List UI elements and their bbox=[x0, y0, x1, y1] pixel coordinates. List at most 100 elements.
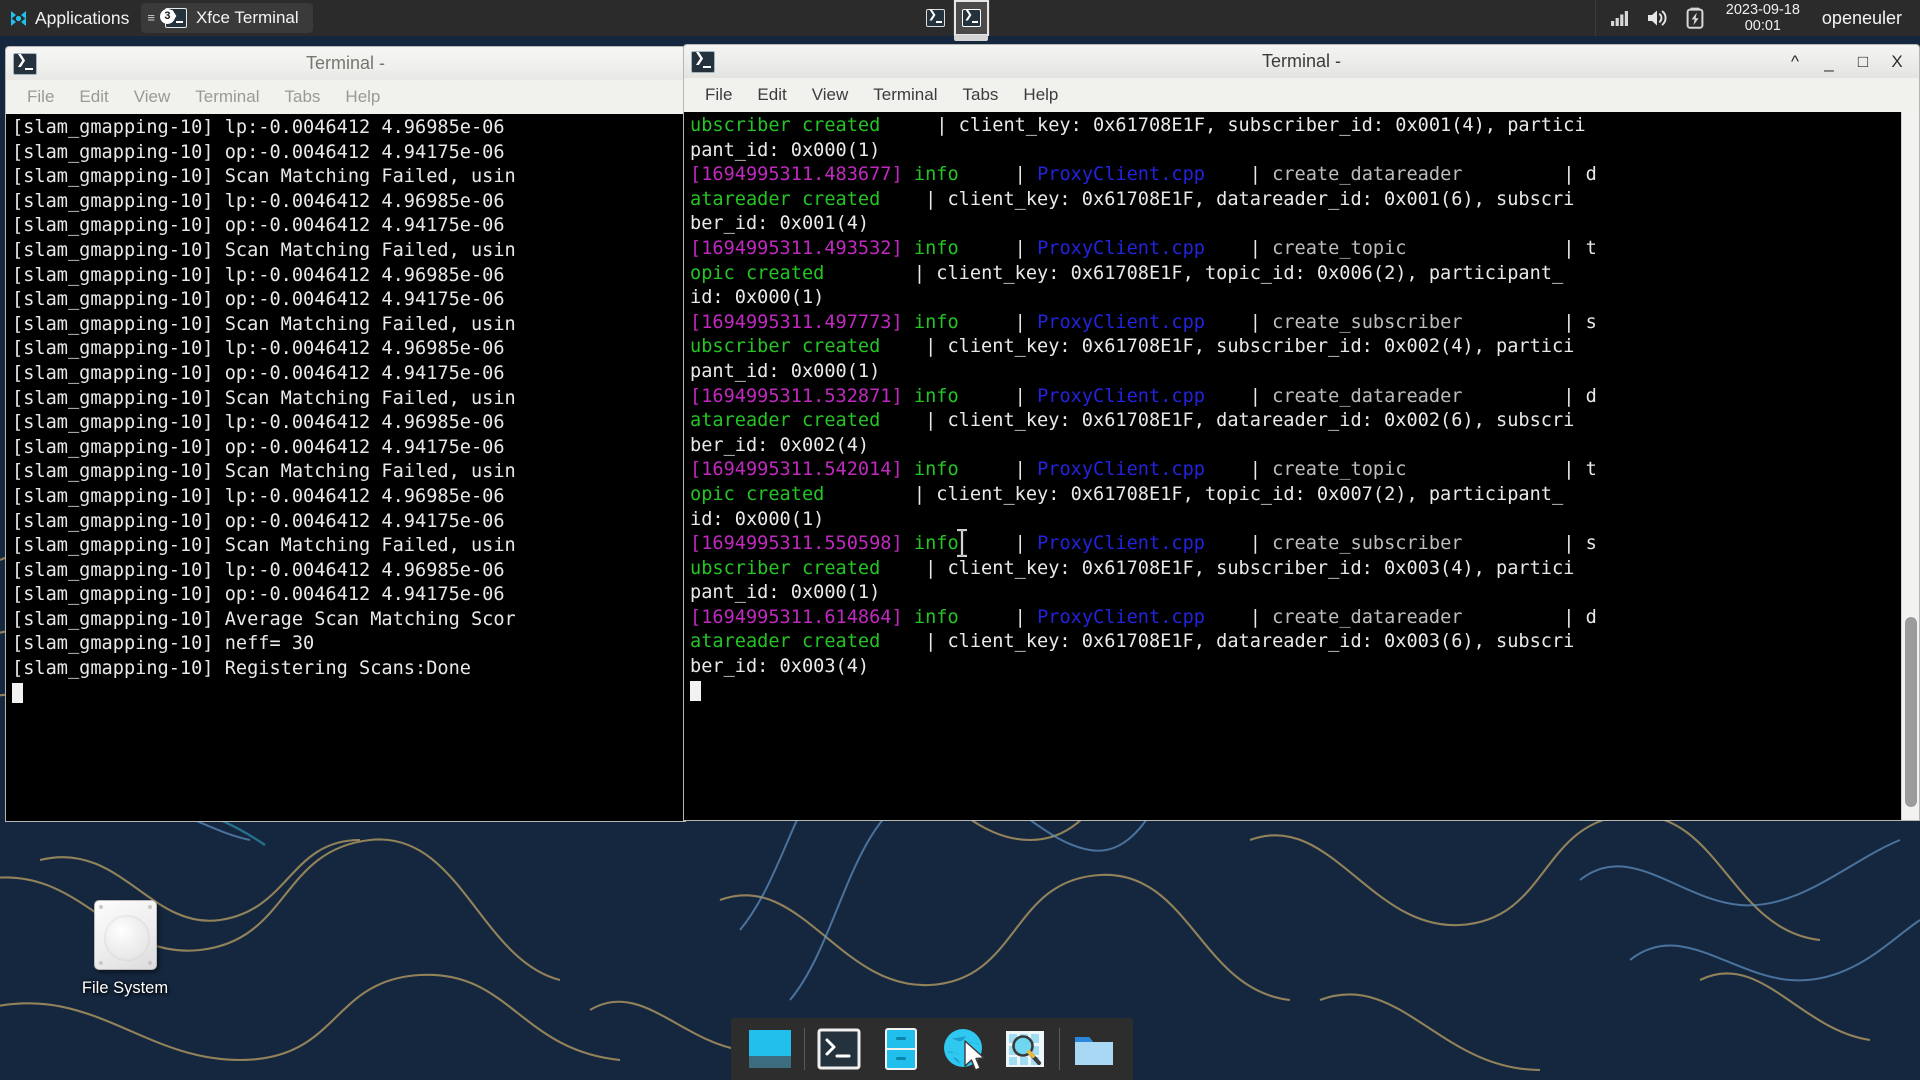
workspace-1[interactable] bbox=[918, 0, 954, 36]
terminal-line: [slam_gmapping-10] Average Scan Matching… bbox=[12, 608, 516, 630]
terminal-line: opic created | client_key: 0x61708E1F, t… bbox=[690, 483, 1564, 505]
terminal-window-right[interactable]: Terminal - ^ _ □ X File Edit View Termin… bbox=[683, 44, 1920, 821]
terminal-line: pant_id: 0x000(1) bbox=[690, 139, 881, 161]
dock-item-web-browser[interactable] bbox=[932, 1020, 994, 1078]
terminal-line: ber_id: 0x003(4) bbox=[690, 656, 870, 678]
left-terminal-body[interactable]: [slam_gmapping-10] lp:-0.0046412 4.96985… bbox=[5, 114, 686, 822]
application-dock[interactable] bbox=[731, 1018, 1133, 1080]
menu-edit[interactable]: Edit bbox=[70, 84, 117, 110]
menu-tabs[interactable]: Tabs bbox=[954, 82, 1008, 108]
left-window-titlebar[interactable]: Terminal - bbox=[5, 46, 686, 80]
scrollbar-thumb[interactable] bbox=[1905, 617, 1917, 807]
terminal-line: [slam_gmapping-10] Scan Matching Failed,… bbox=[12, 313, 516, 335]
clock-date: 2023-09-18 bbox=[1725, 2, 1800, 18]
terminal-scrollbar[interactable] bbox=[1901, 112, 1919, 820]
right-window-titlebar[interactable]: Terminal - ^ _ □ X bbox=[683, 44, 1920, 78]
menu-view[interactable]: View bbox=[803, 82, 858, 108]
signal-bars-icon[interactable] bbox=[1610, 9, 1630, 27]
right-terminal-output[interactable]: ubscriber created | client_key: 0x61708E… bbox=[684, 112, 1901, 820]
terminal-cursor bbox=[690, 680, 1901, 705]
desktop-icon-file-system[interactable]: File System bbox=[60, 900, 190, 998]
applications-menu-button[interactable]: Applications bbox=[0, 0, 139, 36]
app-finder-icon bbox=[1006, 1031, 1044, 1067]
clock-time: 00:01 bbox=[1744, 18, 1781, 34]
dock-item-archive-manager[interactable] bbox=[870, 1020, 932, 1078]
web-browser-icon bbox=[944, 1029, 982, 1067]
terminal-icon bbox=[817, 1028, 861, 1070]
battery-charging-icon[interactable] bbox=[1686, 7, 1704, 29]
dock-separator bbox=[1059, 1028, 1060, 1070]
terminal-line: [slam_gmapping-10] op:-0.0046412 4.94175… bbox=[12, 289, 505, 311]
terminal-line: [1694995311.550598] info | ProxyClient.c… bbox=[690, 533, 1597, 555]
dock-item-file-manager[interactable] bbox=[1063, 1020, 1125, 1078]
task-button-label: Xfce Terminal bbox=[195, 8, 299, 27]
terminal-line: [slam_gmapping-10] op:-0.0046412 4.94175… bbox=[12, 141, 505, 163]
right-window-title: Terminal - bbox=[1261, 51, 1341, 71]
terminal-line: [slam_gmapping-10] lp:-0.0046412 4.96985… bbox=[12, 117, 505, 138]
workspace-active-indicator bbox=[953, 35, 988, 41]
terminal-line: atareader created | client_key: 0x61708E… bbox=[690, 188, 1575, 210]
window-controls: ^ _ □ X bbox=[1787, 53, 1919, 71]
terminal-line: [slam_gmapping-10] Scan Matching Failed,… bbox=[12, 239, 516, 261]
hard-disk-icon bbox=[93, 900, 157, 970]
menu-terminal[interactable]: Terminal bbox=[864, 82, 946, 108]
shade-button[interactable]: ^ bbox=[1787, 53, 1803, 71]
task-button-xfce-terminal[interactable]: ≡ 3 Xfce Terminal bbox=[141, 3, 313, 33]
terminal-line: [slam_gmapping-10] op:-0.0046412 4.94175… bbox=[12, 510, 505, 532]
terminal-line: ubscriber created | client_key: 0x61708E… bbox=[690, 557, 1575, 579]
workspace-switcher[interactable] bbox=[918, 0, 990, 41]
speaker-icon[interactable] bbox=[1646, 8, 1670, 28]
system-tray[interactable]: 2023-09-18 00:01 openeuler bbox=[1596, 0, 1920, 36]
clock[interactable]: 2023-09-18 00:01 bbox=[1720, 2, 1806, 34]
right-window-menubar[interactable]: File Edit View Terminal Tabs Help bbox=[683, 78, 1920, 112]
menu-file[interactable]: File bbox=[696, 82, 741, 108]
user-menu-button[interactable]: openeuler bbox=[1822, 8, 1906, 29]
left-terminal-output[interactable]: [slam_gmapping-10] lp:-0.0046412 4.96985… bbox=[6, 114, 685, 821]
terminal-line: atareader created | client_key: 0x61708E… bbox=[690, 631, 1575, 653]
dock-item-show-desktop[interactable] bbox=[739, 1020, 801, 1078]
dock-separator bbox=[804, 1028, 805, 1070]
terminal-window-left[interactable]: Terminal - File Edit View Terminal Tabs … bbox=[5, 46, 686, 822]
menu-edit[interactable]: Edit bbox=[748, 82, 795, 108]
terminal-line: [1694995311.532871] info | ProxyClient.c… bbox=[690, 385, 1597, 407]
terminal-line: [slam_gmapping-10] neff= 30 bbox=[12, 633, 315, 655]
terminal-line: ber_id: 0x001(4) bbox=[690, 213, 870, 235]
terminal-line: [slam_gmapping-10] lp:-0.0046412 4.96985… bbox=[12, 485, 505, 507]
terminal-line: [slam_gmapping-10] Scan Matching Failed,… bbox=[12, 535, 516, 557]
menu-terminal[interactable]: Terminal bbox=[186, 84, 268, 110]
xfce-top-panel[interactable]: Applications ≡ 3 Xfce Terminal bbox=[0, 0, 1920, 41]
terminal-line: id: 0x000(1) bbox=[690, 508, 825, 530]
terminal-line: [slam_gmapping-10] op:-0.0046412 4.94175… bbox=[12, 436, 505, 458]
menu-tabs[interactable]: Tabs bbox=[276, 84, 330, 110]
terminal-line: ubscriber created | client_key: 0x61708E… bbox=[690, 336, 1575, 358]
terminal-icon bbox=[13, 52, 37, 75]
menu-view[interactable]: View bbox=[125, 84, 180, 110]
menu-help[interactable]: Help bbox=[336, 84, 389, 110]
left-window-menubar[interactable]: File Edit View Terminal Tabs Help bbox=[5, 80, 686, 114]
terminal-line: [1694995311.497773] info | ProxyClient.c… bbox=[690, 311, 1597, 333]
terminal-icon bbox=[691, 50, 715, 73]
terminal-line: [slam_gmapping-10] Scan Matching Failed,… bbox=[12, 387, 516, 409]
dock-item-terminal[interactable] bbox=[808, 1020, 870, 1078]
window-menu-glyph[interactable]: ≡ bbox=[147, 11, 155, 24]
file-manager-icon bbox=[1075, 1037, 1113, 1065]
terminal-line: id: 0x000(1) bbox=[690, 287, 825, 309]
menu-file[interactable]: File bbox=[18, 84, 63, 110]
dock-item-app-finder[interactable] bbox=[994, 1020, 1056, 1078]
right-terminal-body[interactable]: ubscriber created | client_key: 0x61708E… bbox=[683, 112, 1920, 821]
terminal-mini-icon bbox=[961, 8, 981, 27]
close-button[interactable]: X bbox=[1889, 53, 1905, 71]
terminal-line: [slam_gmapping-10] op:-0.0046412 4.94175… bbox=[12, 584, 505, 606]
menu-help[interactable]: Help bbox=[1014, 82, 1067, 108]
applications-menu-label: Applications bbox=[35, 7, 130, 28]
terminal-line: ubscriber created | client_key: 0x61708E… bbox=[690, 115, 1586, 136]
terminal-line: [1694995311.542014] info | ProxyClient.c… bbox=[690, 459, 1597, 481]
terminal-line: [slam_gmapping-10] lp:-0.0046412 4.96985… bbox=[12, 559, 505, 581]
window-task-list[interactable]: ≡ 3 Xfce Terminal bbox=[139, 0, 313, 36]
minimize-button[interactable]: _ bbox=[1821, 53, 1837, 71]
workspace-2[interactable] bbox=[953, 0, 990, 41]
panel-spacer-right bbox=[990, 0, 1595, 36]
file-cabinet-icon bbox=[885, 1028, 917, 1070]
maximize-button[interactable]: □ bbox=[1855, 53, 1871, 71]
desktop-icon-label: File System bbox=[81, 979, 169, 997]
